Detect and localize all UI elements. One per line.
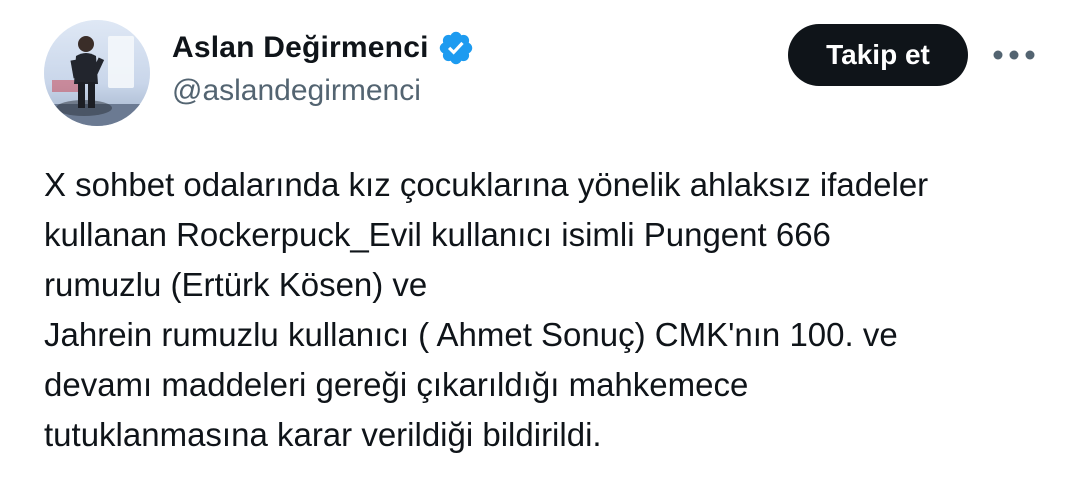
- tweet-line: Jahrein rumuzlu kullanıcı ( Ahmet Sonuç)…: [44, 316, 898, 353]
- avatar-image: [44, 20, 150, 126]
- tweet-line: devamı maddeleri gereği çıkarıldığı mahk…: [44, 366, 749, 403]
- tweet-line: kullanan Rockerpuck_Evil kullanıcı isiml…: [44, 216, 831, 253]
- author-display-name[interactable]: Aslan Değirmenci: [172, 31, 429, 65]
- verified-badge-icon: [437, 29, 475, 67]
- tweet-line: rumuzlu (Ertürk Kösen) ve: [44, 266, 428, 303]
- tweet-card: Aslan Değirmenci @aslandegirmenci Takip …: [0, 0, 1080, 485]
- tweet-line: X sohbet odalarında kız çocuklarına yöne…: [44, 166, 929, 203]
- tweet-text: X sohbet odalarında kız çocuklarına yöne…: [44, 160, 1044, 460]
- more-options-button[interactable]: [990, 36, 1038, 74]
- follow-button[interactable]: Takip et: [788, 24, 968, 86]
- tweet-line: tutuklanmasına karar verildiği bildirild…: [44, 416, 602, 453]
- avatar[interactable]: [44, 20, 150, 126]
- author-name-row: Aslan Değirmenci: [172, 26, 475, 70]
- author-handle[interactable]: @aslandegirmenci: [172, 74, 421, 108]
- more-horizontal-icon: [993, 50, 1035, 60]
